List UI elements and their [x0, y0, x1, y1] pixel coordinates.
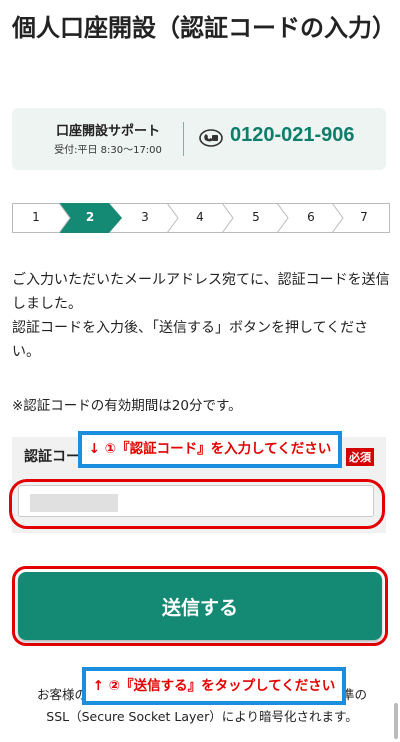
callout-enter-code: ↓ ①『認証コード』を入力してください [78, 431, 342, 468]
validity-note: ※認証コードの有効期間は20分です。 [12, 398, 242, 414]
submit-button[interactable]: 送信する [18, 572, 382, 640]
support-name: 口座開設サポート [55, 124, 160, 139]
required-badge: 必須 [346, 448, 374, 466]
progress-steps: 1 2 3 4 5 6 7 [12, 203, 390, 233]
step-1: 1 [32, 210, 40, 224]
step-5: 5 [252, 210, 260, 224]
support-hours: 受付:平日 8:30〜17:00 [54, 145, 162, 156]
support-box: 口座開設サポート 受付:平日 8:30〜17:00 0120-021-906 [12, 108, 386, 170]
instruction-line-1: ご入力いただいたメールアドレス宛てに、認証コードを送信しました。 [12, 272, 390, 312]
input-highlight-outline [9, 479, 385, 529]
step-6: 6 [307, 210, 315, 224]
support-divider [183, 122, 184, 156]
scrollbar[interactable] [394, 703, 398, 739]
footer-line-2: SSL（Secure Socket Layer）により暗号化されます。 [46, 709, 358, 724]
step-3: 3 [141, 210, 149, 224]
step-2-current: 2 [85, 210, 95, 224]
step-4: 4 [196, 210, 204, 224]
instruction-line-2: 認証コードを入力後、「送信する」ボタンを押してください。 [12, 320, 369, 360]
step-7: 7 [360, 210, 368, 224]
support-phone-link[interactable]: 0120-021-906 [230, 124, 355, 147]
freedial-icon [199, 129, 223, 147]
callout-tap-submit: ↑ ②『送信する』をタップしてください [82, 667, 346, 705]
instruction-text: ご入力いただいたメールアドレス宛てに、認証コードを送信しました。 認証コードを入… [12, 268, 392, 364]
support-info: 口座開設サポート 受付:平日 8:30〜17:00 [38, 120, 178, 156]
page-title: 個人口座開設（認証コードの入力） [12, 14, 396, 42]
